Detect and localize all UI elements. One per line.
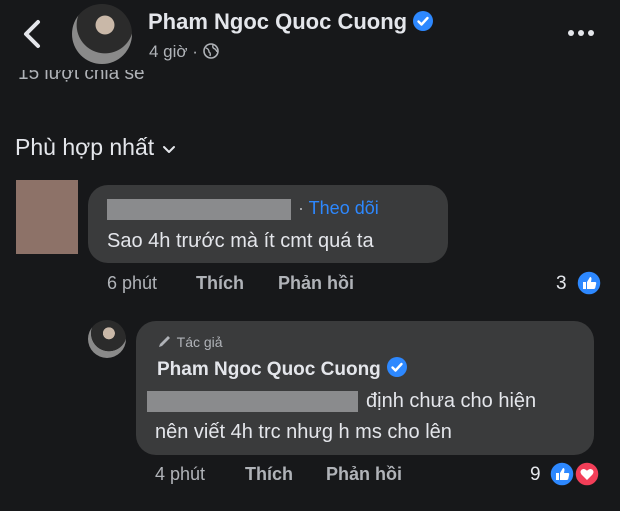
reply-reply-button[interactable]: Phản hồi: [326, 464, 402, 485]
verified-badge-icon: [413, 11, 434, 31]
mentioned-name-redacted[interactable]: [147, 391, 358, 412]
chevron-left-icon: [24, 20, 40, 48]
like-button[interactable]: Thích: [196, 273, 244, 294]
comment-sort-dropdown[interactable]: Phù hợp nhất: [15, 134, 176, 161]
follow-link[interactable]: · Theo dõi: [298, 198, 379, 219]
author-badge: Tác giả: [157, 334, 223, 350]
verified-badge-icon: [386, 357, 407, 377]
post-author-name[interactable]: Pham Ngoc Quoc Cuong: [148, 9, 407, 34]
author-avatar[interactable]: [72, 4, 132, 64]
pencil-icon: [159, 336, 170, 347]
post-meta: 4 giờ ·: [149, 42, 219, 62]
reply-time: 4 phút: [155, 464, 206, 484]
comment-text: Sao 4h trước mà ít cmt quá ta: [107, 230, 374, 252]
reply-author-avatar[interactable]: [88, 320, 126, 358]
like-reaction-icon[interactable]: [576, 270, 602, 301]
reply-reactions[interactable]: [549, 461, 603, 492]
comment-time: 6 phút: [107, 273, 158, 293]
reply-text-line2: nên viết 4h trc nhưg h ms cho lên: [155, 421, 452, 443]
share-count[interactable]: 15 lượt chia sẻ: [18, 70, 145, 94]
more-options-button[interactable]: [566, 18, 596, 55]
reply-author-name[interactable]: Pham Ngoc Quoc Cuong: [157, 359, 381, 380]
reply-text-line1: định chưa cho hiện: [366, 390, 537, 412]
reaction-count[interactable]: 3: [556, 273, 567, 295]
commenter-avatar-blurred[interactable]: [16, 180, 78, 254]
post-time: 4 giờ: [149, 42, 188, 61]
reply-reaction-count[interactable]: 9: [530, 464, 541, 486]
chevron-down-icon: [163, 146, 176, 153]
commenter-name-redacted[interactable]: [107, 199, 291, 220]
like-reaction-icon: [549, 461, 575, 487]
sort-label: Phù hợp nhất: [15, 134, 155, 160]
post-author[interactable]: Pham Ngoc Quoc Cuong: [148, 9, 434, 35]
follow-label: Theo dõi: [308, 198, 379, 218]
heart-reaction-icon: [574, 461, 600, 487]
reply-button[interactable]: Phản hồi: [278, 273, 354, 294]
reply-like-button[interactable]: Thích: [245, 464, 293, 485]
back-button[interactable]: [18, 14, 48, 54]
author-badge-label: Tác giả: [176, 334, 223, 350]
globe-icon: [202, 43, 219, 59]
more-dots-icon: [568, 30, 594, 36]
reply-author[interactable]: Pham Ngoc Quoc Cuong: [157, 357, 407, 381]
